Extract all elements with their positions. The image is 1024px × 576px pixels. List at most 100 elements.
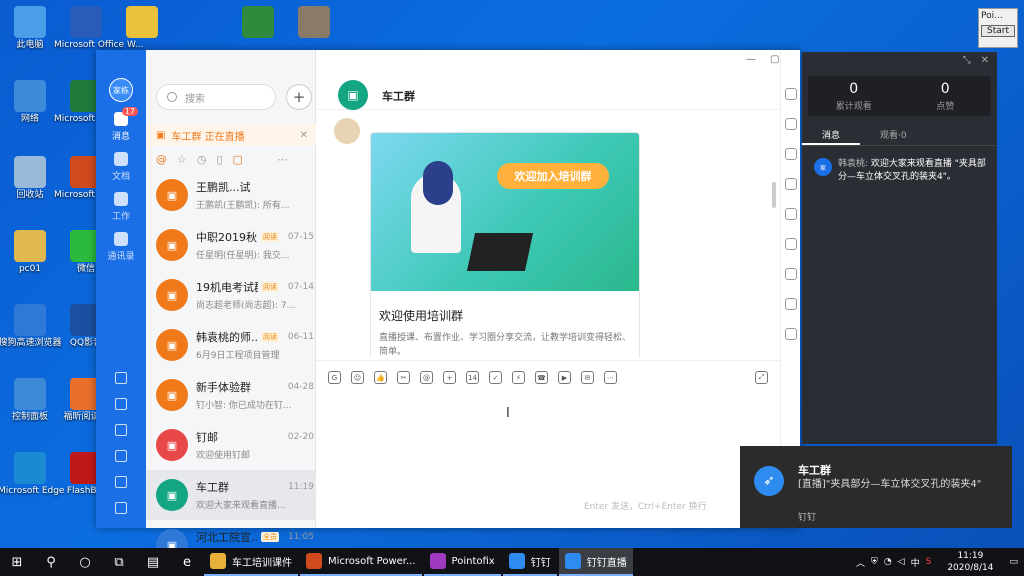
history-filter-icon[interactable]: ◷ [197,153,207,166]
taskbar-app[interactable]: Pointofix [423,548,501,576]
live-banner[interactable]: ▣ 车工群 正在直播 ✕ [146,124,316,146]
avatar[interactable]: 家栋 [109,78,133,102]
calendar-icon[interactable] [115,372,127,384]
phone-icon[interactable] [115,450,127,462]
more-filter-icon[interactable]: ⋯ [277,153,288,166]
edge-icon[interactable]: e [170,548,204,576]
conversation-time: 07-15 [287,232,314,242]
todo-icon[interactable] [115,398,127,410]
nav-item[interactable]: 17 消息 [112,107,138,142]
nav-item[interactable]: 文档 [112,152,130,182]
sender-avatar[interactable] [334,118,360,144]
taskbar-app[interactable]: Microsoft Power... [300,548,422,576]
apps-icon[interactable] [784,268,797,280]
cortana-icon[interactable]: ○ [68,548,102,576]
sogou-icon[interactable]: S [926,557,932,567]
welcome-card[interactable]: 欢迎加入培训群 欢迎使用培训群 直播授课、布置作业、学习圈分享交流，让教学培训变… [370,132,640,358]
taskbar-app[interactable]: 钉钉 [502,548,557,576]
search-input[interactable]: 搜索 [156,84,276,110]
search-icon[interactable]: ⚲ [34,548,68,576]
mail-icon[interactable]: ✉ [581,371,594,384]
files-icon[interactable] [784,178,797,190]
task-view-icon[interactable]: ⧉ [102,548,136,576]
mail-icon[interactable] [115,476,127,488]
conversation-item[interactable]: ▣ 王鹏凯...试 王鹏凯(王鹏凯): 所有... [146,170,316,220]
nav-item[interactable]: 通讯录 [107,232,135,262]
live-icon[interactable]: ▶ [558,371,571,384]
windows-start-icon[interactable]: ⊞ [0,548,34,576]
desktop-icon[interactable]: pc01 [4,230,56,275]
mention-filter-icon[interactable]: @ [156,153,167,166]
close-icon[interactable]: ✕ [981,55,989,66]
desktop-icon[interactable]: Microsoft Edge [0,452,64,497]
expand-icon[interactable]: ⤢ [755,371,768,384]
close-icon[interactable]: ✕ [300,130,308,141]
conversation-item[interactable]: ▣ 韩袁桃的师... 阅读 06-11 6月9日工程项目管理 [146,320,316,370]
more-icon[interactable]: ⋯ [604,371,617,384]
members-icon[interactable] [784,118,797,130]
nav-item[interactable]: 工作 [112,192,130,222]
notification-center-icon[interactable]: ▭ [1009,557,1018,567]
screen-icon[interactable] [784,298,797,310]
add-button[interactable]: + [286,84,312,110]
conversation-item[interactable]: ▣ 钉邮 02-20 欢迎使用钉邮 [146,420,316,470]
network-icon[interactable]: ◔ [884,557,892,567]
ding-icon[interactable] [115,424,127,436]
ime-indicator[interactable]: 中 [911,556,920,569]
more-icon[interactable] [115,502,127,514]
live-icon[interactable] [784,238,797,250]
clock[interactable]: 11:19 2020/8/14 [947,550,993,574]
desktop-icon[interactable] [288,6,340,40]
shield-icon[interactable]: ⛨ [871,557,878,567]
group-avatar[interactable]: ▣ [338,80,368,110]
scrollbar[interactable] [772,182,776,208]
scissors-icon[interactable]: ✂ [397,371,410,384]
minimize-icon[interactable]: — [746,54,756,65]
history-icon[interactable] [784,148,797,160]
conversation-item[interactable]: ▣ 新手体验群 04-28 钉小智: 你已成功在钉... [146,370,316,420]
mention-icon[interactable]: @ [420,371,433,384]
store-icon[interactable]: ▤ [136,548,170,576]
maximize-icon[interactable]: ▢ [770,54,779,65]
task-icon[interactable]: ✓ [489,371,502,384]
notification-toast[interactable]: ➶ 车工群 [直播]"夹具部分—车立体交叉孔的装夹4" 钉钉 [740,446,1012,528]
desktop-icon[interactable]: 回收站 [4,156,56,201]
taskbar-app-icon [210,553,226,569]
desktop-icon[interactable]: 网络 [4,80,56,125]
message-area: 欢迎加入培训群 欢迎使用培训群 直播授课、布置作业、学习圈分享交流，让教学培训变… [316,112,780,358]
read-filter-icon[interactable]: ▯ [216,153,222,166]
start-button[interactable]: Start [981,25,1015,37]
conversation-item[interactable]: ▣ 中职2019秋...阅读 07-15 任星明(任星明): 我交... [146,220,316,270]
tab-messages[interactable]: 消息 [802,124,861,145]
desktop-icon[interactable]: Microsoft Office W... [54,6,143,51]
doc-filter-icon[interactable]: ▢ [233,153,243,166]
taskbar-app[interactable]: 钉钉直播 [558,548,633,576]
announce-icon[interactable] [784,208,797,220]
tab-watch[interactable]: 观看·0 [860,124,927,145]
taskbar-app[interactable]: 车工培训课件 [204,548,298,576]
ding-icon[interactable]: ⚡ [512,371,525,384]
gif-icon[interactable]: G [328,371,341,384]
taskbar: ⊞ ⚲ ○ ⧉ ▤ e 车工培训课件 Microsoft Power... Poin… [0,548,1024,576]
calendar-icon[interactable]: 14 [466,371,479,384]
file-icon[interactable]: + [443,371,456,384]
live-panel: ⤡ ✕ 0 累计观看 0 点赞 消息 观看·0 家 韩袁桃: 欢迎大家来观看直播 "… [802,52,997,444]
conversation-item[interactable]: ▣ 19机电考试群阅读 07-14 尚志超老师(尚志超): 7... [146,270,316,320]
text-cursor: I [506,406,510,421]
star-filter-icon[interactable]: ☆ [177,153,187,166]
volume-icon[interactable]: ◁ [898,557,905,567]
desktop-icon[interactable]: 此电脑 [4,6,56,51]
desktop-icon[interactable] [116,6,168,40]
shrink-icon[interactable]: ⤡ [963,55,971,66]
tray-up-icon[interactable]: ︿ [856,556,865,569]
desktop-icon[interactable]: 搜狗高速浏览器 [0,304,62,349]
conversation-item[interactable]: ▣ 车工群 11:19 欢迎大家来观看直播... [146,470,316,520]
emoji-icon[interactable]: ☺ [351,371,364,384]
conversation-time: 11:05 [288,532,314,542]
like-icon[interactable]: 👍 [374,371,387,384]
box-icon[interactable] [784,328,797,340]
desktop-icon[interactable]: 控制面板 [4,378,56,423]
call-icon[interactable]: ☎ [535,371,548,384]
chat-menu-icon[interactable] [784,88,797,100]
desktop-icon[interactable] [232,6,284,40]
